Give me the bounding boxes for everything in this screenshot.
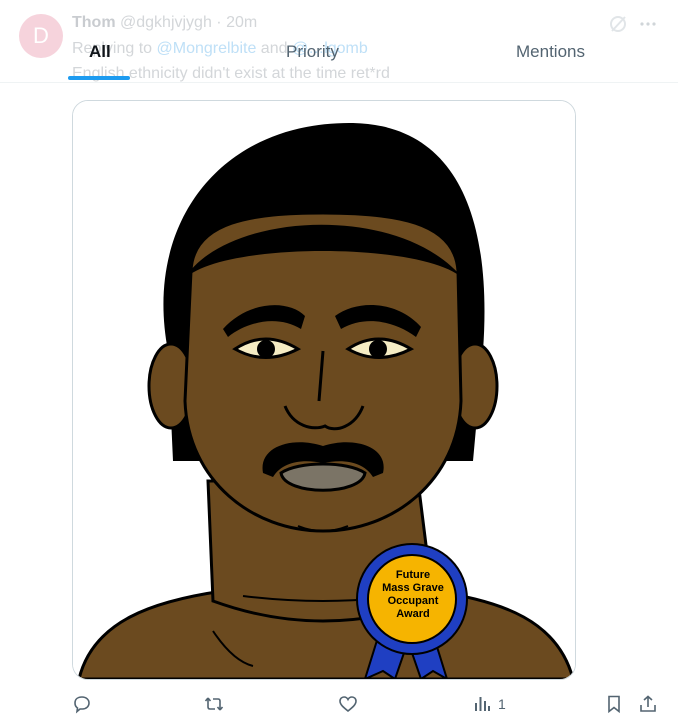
- bookmark-icon: [608, 695, 620, 714]
- heart-icon: [339, 696, 357, 713]
- selected-tab-indicator: [68, 76, 130, 80]
- retweet-button[interactable]: [204, 692, 224, 716]
- bookmark-button[interactable]: [604, 692, 624, 716]
- views-icon: [475, 697, 490, 711]
- tweet-media[interactable]: Future Mass Grave Occupant Award: [72, 100, 576, 680]
- retweet-icon: [204, 697, 224, 711]
- tab-mentions[interactable]: Mentions: [516, 42, 585, 62]
- award-line: Future: [395, 569, 431, 581]
- tweet-timestamp[interactable]: 20m: [226, 14, 257, 31]
- author-name[interactable]: Thom: [72, 14, 116, 31]
- award-line: Mass Grave: [382, 582, 444, 594]
- award-text: Future Mass Grave Occupant Award: [365, 569, 461, 621]
- views-button[interactable]: 1: [472, 692, 506, 716]
- tweet-actions: 1: [0, 690, 678, 718]
- share-icon: [640, 695, 656, 712]
- header-separator: ·: [216, 14, 222, 31]
- award-line: Occupant: [387, 595, 439, 607]
- like-button[interactable]: [338, 692, 358, 716]
- share-button[interactable]: [638, 692, 658, 716]
- author-handle[interactable]: @dgkhjvjygh: [120, 14, 212, 31]
- tab-priority[interactable]: Priority: [286, 42, 339, 62]
- award-line: Award: [396, 608, 430, 620]
- reply-button[interactable]: [72, 692, 92, 716]
- cartoon-illustration: [73, 101, 575, 679]
- tweet: D Thom @dgkhjvjygh · 20m Replying to @Mo…: [0, 0, 678, 727]
- reply-icon: [74, 696, 90, 714]
- tab-all[interactable]: All: [89, 42, 111, 62]
- notification-tabs: All Priority Mentions: [0, 30, 678, 83]
- views-count: 1: [498, 696, 506, 712]
